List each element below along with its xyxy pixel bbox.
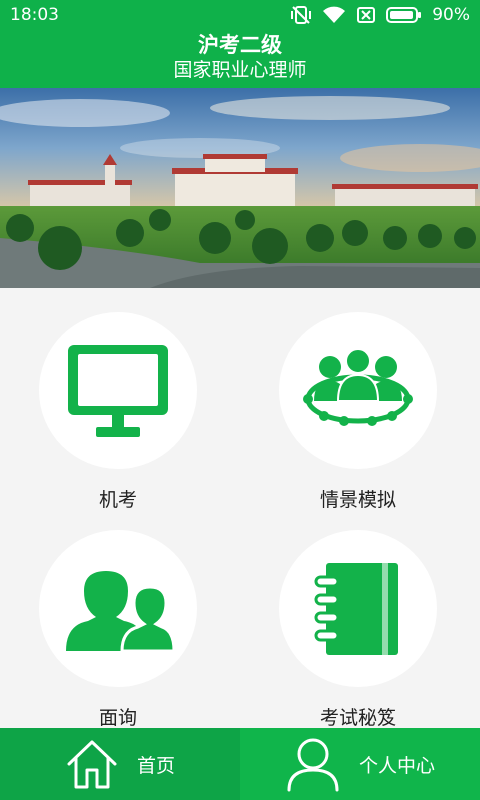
page-title: 沪考二级 (198, 33, 282, 57)
page-subtitle: 国家职业心理师 (173, 59, 307, 81)
menu-icon-circle (279, 312, 437, 469)
wifi-icon (323, 6, 346, 23)
person-icon (287, 738, 339, 792)
menu-icon-circle (39, 312, 197, 469)
menu-icon-circle (39, 530, 197, 687)
status-icons: 90% (290, 5, 470, 25)
battery-icon (386, 7, 422, 23)
campus-photo (0, 88, 480, 288)
tab-label-profile: 个人中心 (358, 754, 435, 777)
tab-label-home: 首页 (136, 754, 175, 777)
users-icon (66, 570, 174, 651)
status-bar: 18:03 90% (0, 0, 480, 30)
menu-label: 面询 (98, 707, 137, 729)
tab-profile[interactable]: 个人中心 (240, 728, 480, 800)
menu-item-computer-exam[interactable]: 机考 (18, 312, 218, 512)
tab-home[interactable]: 首页 (0, 728, 240, 800)
menu-item-scenario-simulation[interactable]: 情景模拟 (258, 312, 458, 512)
menu-label: 机考 (98, 489, 137, 511)
menu-label: 情景模拟 (319, 489, 396, 511)
home-icon (67, 740, 117, 789)
notebook-icon (314, 562, 398, 655)
menu-label: 考试秘笈 (319, 707, 396, 729)
menu-item-interview[interactable]: 面询 (18, 530, 218, 730)
status-time: 18:03 (10, 5, 59, 25)
menu-item-exam-tips[interactable]: 考试秘笈 (258, 530, 458, 730)
group-network-icon (303, 348, 413, 426)
menu-grid: 机考 情景模拟 面询 考试秘笈 (0, 288, 480, 730)
vibrate-icon (291, 6, 312, 24)
campus-banner (0, 88, 480, 288)
battery-percent: 90% (432, 5, 470, 25)
monitor-icon (68, 344, 168, 437)
app-header: 沪考二级 国家职业心理师 (0, 30, 480, 88)
bottom-tab-bar: 首页 个人中心 (0, 728, 480, 800)
sim-error-icon (357, 7, 376, 23)
menu-icon-circle (279, 530, 437, 687)
